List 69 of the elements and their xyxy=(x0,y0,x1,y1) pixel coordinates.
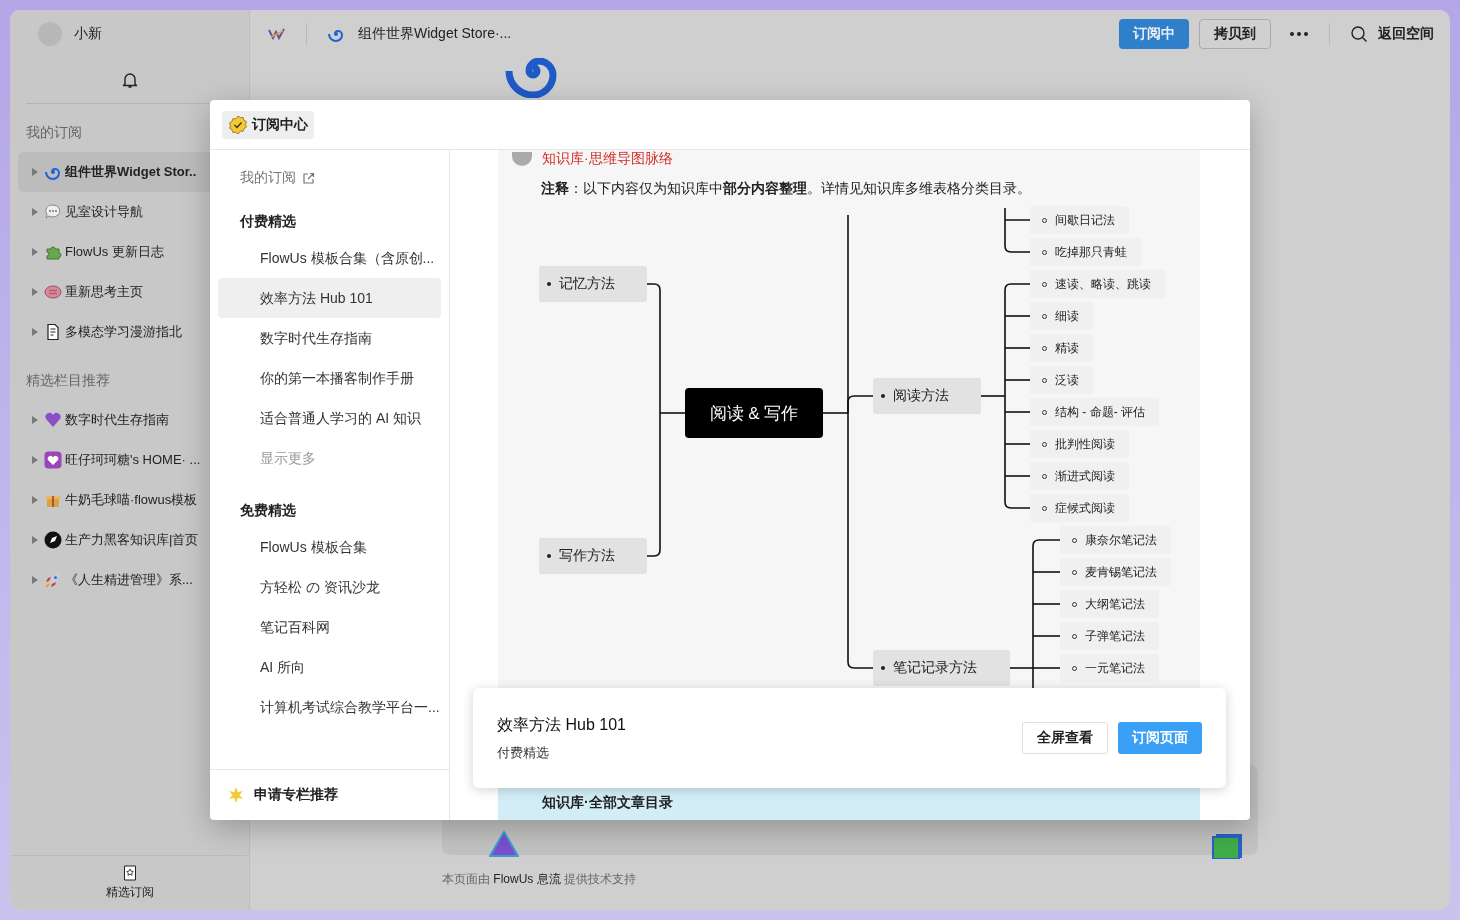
mindmap-leaf: 精读 xyxy=(1030,334,1093,362)
puzzle-icon xyxy=(44,243,62,261)
toolbar-button[interactable]: 拷贝到 xyxy=(1199,19,1271,49)
apply-recommendation-link[interactable]: 申请专栏推荐 xyxy=(210,769,449,820)
caret-icon[interactable] xyxy=(32,536,38,544)
mindmap-leaf: 速读、略读、跳读 xyxy=(1030,270,1165,298)
subscription-item[interactable]: 笔记百科网 xyxy=(218,607,441,647)
mindmap-leaf: 一元笔记法 xyxy=(1060,654,1159,682)
mindmap-leaf: 泛读 xyxy=(1030,366,1093,394)
mindmap-leaf: 吃掉那只青蛙 xyxy=(1030,238,1141,266)
toolbar-button[interactable]: 订阅中 xyxy=(1119,19,1189,49)
sparkle-icon xyxy=(227,786,245,804)
document-icon xyxy=(44,323,62,341)
mindmap-leaf: 间歇日记法 xyxy=(1030,206,1129,234)
mindmap-root-node: 阅读 & 写作 xyxy=(685,388,823,438)
note-text: 注释：以下内容仅为知识库中部分内容整理。详情见知识库多维表格分类目录。 xyxy=(540,179,1032,198)
caret-icon[interactable] xyxy=(32,208,38,216)
heart-icon xyxy=(44,411,62,429)
caret-icon[interactable] xyxy=(32,416,38,424)
group-title: 免费精选 xyxy=(239,501,297,520)
subscription-item[interactable]: 你的第一本播客制作手册 xyxy=(218,358,441,398)
caret-icon[interactable] xyxy=(32,456,38,464)
star-document-icon xyxy=(122,865,137,881)
mindmap-leaf: 大纲笔记法 xyxy=(1060,590,1159,618)
mindmap-node: 笔记记录方法 xyxy=(873,650,1010,686)
mindmap-leaf: 症候式阅读 xyxy=(1030,494,1129,522)
subscription-item[interactable]: AI 所向 xyxy=(218,647,441,687)
back-link[interactable]: 返回空间 xyxy=(1378,25,1434,43)
mindmap-leaf: 细读 xyxy=(1030,302,1093,330)
user-name: 小新 xyxy=(74,25,102,43)
page-title: 组件世界Widget Store·... xyxy=(358,25,512,43)
mindmap-leaf: 子弹笔记法 xyxy=(1060,622,1159,650)
brain-icon xyxy=(44,283,62,301)
section-heading: 知识库·思维导图脉络 xyxy=(542,150,673,168)
footer-text: 本页面由 FlowUs 息流 提供技术支持 xyxy=(442,871,638,888)
badge-icon xyxy=(228,114,248,135)
card-subtitle: 付费精选 xyxy=(497,743,550,762)
mindmap-leaf: 麦肯锡笔记法 xyxy=(1060,558,1171,586)
logo-icon xyxy=(268,28,286,40)
mindmap-node: 写作方法 xyxy=(539,538,647,574)
mindmap-leaf: 批判性阅读 xyxy=(1030,430,1129,458)
speech-bubble-icon xyxy=(44,203,62,221)
subscription-item[interactable]: 效率方法 Hub 101 xyxy=(218,278,441,318)
caret-icon[interactable] xyxy=(32,328,38,336)
subscription-item[interactable]: 计算机考试综合教学平台一... xyxy=(218,687,441,727)
group-title: 付费精选 xyxy=(239,212,297,231)
caret-icon[interactable] xyxy=(32,248,38,256)
card-button[interactable]: 全屏查看 xyxy=(1022,722,1108,754)
bell-icon[interactable] xyxy=(120,71,139,89)
text-icon xyxy=(512,152,532,166)
search-icon[interactable] xyxy=(1350,25,1368,43)
book-icon xyxy=(1212,833,1244,859)
mindmap-node: 阅读方法 xyxy=(873,378,981,414)
dialog-title: 订阅中心 xyxy=(222,110,314,139)
caret-icon[interactable] xyxy=(32,496,38,504)
caret-icon[interactable] xyxy=(32,288,38,296)
section-title: 精选栏目推荐 xyxy=(26,371,110,390)
triangle-icon xyxy=(489,831,519,857)
mindmap-node: 记忆方法 xyxy=(539,266,647,302)
card-title: 效率方法 Hub 101 xyxy=(497,714,627,735)
mindmap-leaf: 渐进式阅读 xyxy=(1030,462,1129,490)
mindmap-leaf: 结构 - 命题- 评估 xyxy=(1030,398,1159,426)
mindmap-leaf: 康奈尔笔记法 xyxy=(1060,526,1171,554)
caret-icon[interactable] xyxy=(32,168,38,176)
featured-subscriptions-tab[interactable]: 精选订阅 xyxy=(105,865,154,901)
external-link-icon xyxy=(302,171,315,185)
more-icon[interactable] xyxy=(1289,31,1309,37)
caret-icon[interactable] xyxy=(32,576,38,584)
section-title: 我的订阅 xyxy=(26,123,82,142)
